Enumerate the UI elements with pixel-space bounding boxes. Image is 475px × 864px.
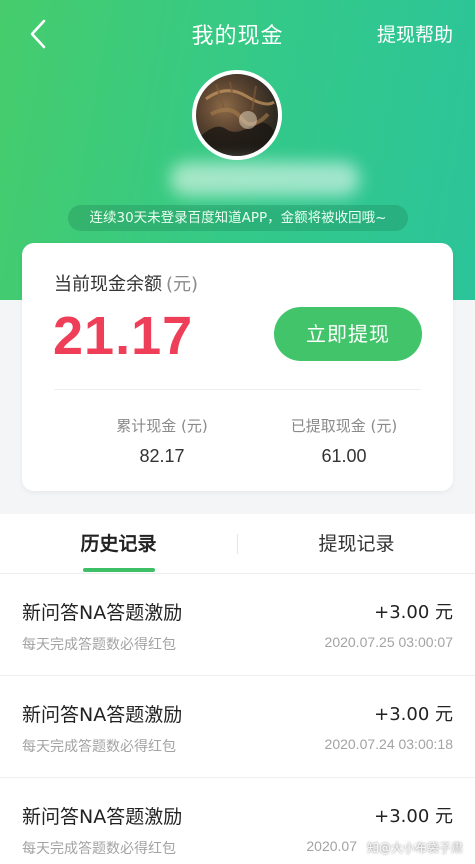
record-time: 2020.07.25 03:00:07 bbox=[324, 634, 453, 650]
balance-unit: (元) bbox=[166, 274, 199, 295]
total-cash-stat: 累计现金 (元) 82.17 bbox=[72, 415, 252, 467]
record-title: 新问答NA答题激励 bbox=[22, 602, 183, 624]
tab-history[interactable]: 历史记录 bbox=[0, 514, 237, 574]
list-item[interactable]: 新问答NA答题激励 +3.00 元 每天完成答题数必得红包 2020.07.25… bbox=[0, 574, 475, 676]
username-redacted bbox=[170, 162, 360, 196]
divider bbox=[54, 389, 421, 390]
records-section: 历史记录 提现记录 新问答NA答题激励 +3.00 元 每天完成答题数必得红包 … bbox=[0, 514, 475, 864]
record-time: 2020.07 bbox=[306, 838, 357, 854]
nav-bar: 我的现金 提现帮助 bbox=[0, 0, 475, 66]
balance-label: 当前现金余额 bbox=[54, 274, 162, 295]
record-description: 每天完成答题数必得红包 bbox=[22, 637, 176, 653]
total-cash-value: 82.17 bbox=[139, 446, 185, 466]
record-title: 新问答NA答题激励 bbox=[22, 704, 183, 726]
withdraw-help-link[interactable]: 提现帮助 bbox=[377, 20, 453, 47]
record-amount: +3.00 元 bbox=[374, 704, 453, 725]
tab-bar: 历史记录 提现记录 bbox=[0, 514, 475, 574]
avatar[interactable] bbox=[192, 70, 282, 160]
record-amount: +3.00 元 bbox=[374, 602, 453, 623]
watermark: 知@大小布袋子肃 bbox=[366, 841, 463, 855]
my-cash-page: 我的现金 提现帮助 连续30天未登录百度知道APP，金额将被收回哦~ 当前现金余… bbox=[0, 0, 475, 864]
back-button[interactable] bbox=[22, 16, 58, 52]
record-title: 新问答NA答题激励 bbox=[22, 806, 183, 828]
balance-card: 当前现金余额 (元) 21.17 立即提现 累计现金 (元) 82.17 已提取现… bbox=[22, 243, 453, 491]
withdrawn-cash-label: 已提取现金 (元) bbox=[290, 417, 398, 435]
inactivity-notice: 连续30天未登录百度知道APP，金额将被收回哦~ bbox=[68, 205, 408, 231]
balance-amount: 21.17 bbox=[53, 306, 194, 366]
record-description: 每天完成答题数必得红包 bbox=[22, 841, 176, 857]
avatar-image bbox=[196, 81, 276, 156]
total-cash-label: 累计现金 (元) bbox=[116, 417, 208, 435]
record-time: 2020.07.24 03:00:18 bbox=[324, 736, 453, 752]
chevron-left-icon bbox=[30, 19, 46, 49]
record-amount: +3.00 元 bbox=[374, 806, 453, 827]
tab-withdraw-records[interactable]: 提现记录 bbox=[238, 514, 475, 574]
withdrawn-cash-stat: 已提取现金 (元) 61.00 bbox=[254, 415, 434, 467]
active-tab-indicator bbox=[83, 568, 155, 572]
balance-label-row: 当前现金余额 (元) bbox=[54, 270, 198, 296]
list-item[interactable]: 新问答NA答题激励 +3.00 元 每天完成答题数必得红包 2020.07.24… bbox=[0, 676, 475, 778]
withdrawn-cash-value: 61.00 bbox=[321, 446, 367, 466]
withdraw-now-button[interactable]: 立即提现 bbox=[274, 307, 422, 361]
record-description: 每天完成答题数必得红包 bbox=[22, 739, 176, 755]
